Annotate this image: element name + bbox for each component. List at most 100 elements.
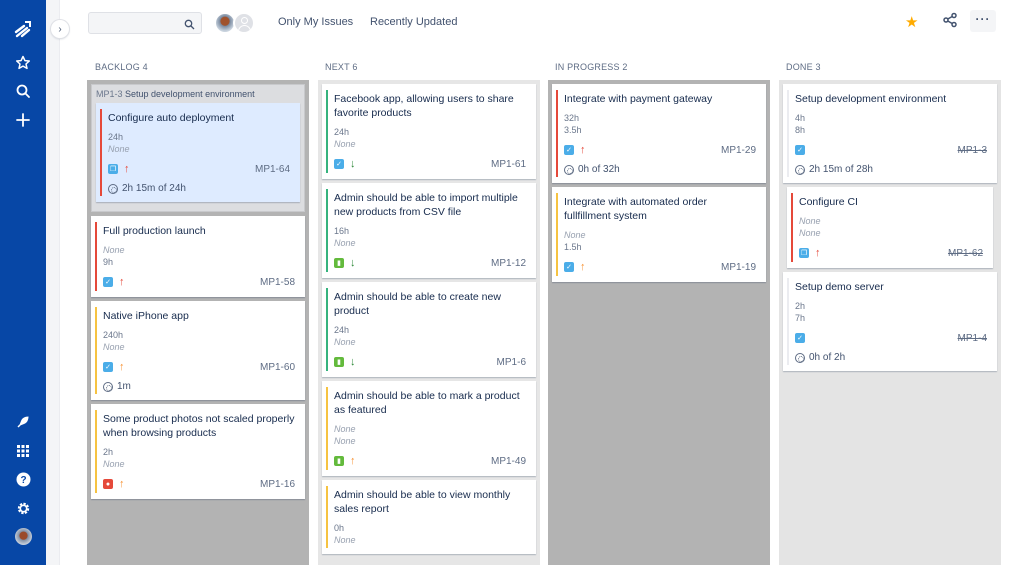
settings-icon[interactable]	[0, 496, 46, 520]
issue-summary: Integrate with payment gateway	[564, 93, 713, 105]
issue-card-footer: ▮ ↑ MP1-49	[334, 454, 526, 468]
time-tracking: 1m	[103, 381, 295, 392]
subtask-type-icon: ❐	[108, 164, 118, 174]
column-done: Setup development environment 4h 8h ✓ MP1-3 2…	[779, 80, 1001, 565]
epic-color-bar	[95, 222, 97, 291]
priority-high-icon: ↑	[350, 455, 356, 467]
issue-card[interactable]: Configure auto deployment 24h None ❐ ↑ MP1-64…	[96, 103, 300, 202]
issue-card[interactable]: Full production launch None 9h ✓ ↑ MP1-58	[91, 216, 305, 297]
parent-issue-summary: Setup development environment	[125, 89, 255, 99]
priority-high-icon: ↑	[119, 478, 125, 490]
column-header-backlog: BACKLOG 4	[95, 62, 148, 72]
search-icon	[184, 17, 195, 35]
story-type-icon: ▮	[334, 258, 344, 268]
epic-color-bar	[326, 486, 328, 548]
issue-card[interactable]: Admin should be able to view monthly sal…	[322, 480, 536, 554]
time-tracking-value: 0h of 2h	[809, 352, 846, 363]
share-icon[interactable]	[942, 12, 958, 33]
star-icon[interactable]	[0, 51, 46, 75]
issue-key[interactable]: MP1-19	[721, 262, 756, 273]
epic-color-bar	[326, 387, 328, 470]
unassigned-avatar[interactable]	[233, 12, 255, 34]
issue-card[interactable]: Integrate with payment gateway 32h 3.5h ✓ ↑ M…	[552, 84, 766, 183]
issue-card-footer: ▮ ↓ MP1-12	[334, 256, 526, 270]
issue-summary: Admin should be able to import multiple …	[334, 192, 518, 218]
column-header-next: NEXT 6	[325, 62, 358, 72]
issue-key[interactable]: MP1-6	[497, 357, 526, 368]
epic-color-bar	[326, 288, 328, 371]
epic-color-bar	[791, 193, 793, 262]
create-icon[interactable]	[0, 108, 46, 132]
issue-key[interactable]: MP1-16	[260, 479, 295, 490]
search-input[interactable]	[88, 12, 202, 34]
issue-key[interactable]: MP1-58	[260, 277, 295, 288]
epic-color-bar	[326, 189, 328, 272]
issue-estimate: 16h	[334, 226, 350, 236]
issue-key[interactable]: MP1-12	[491, 258, 526, 269]
issue-card[interactable]: Integrate with automated order fullfillm…	[552, 187, 766, 282]
help-icon[interactable]: ?	[0, 467, 46, 491]
issue-card[interactable]: Some product photos not scaled properly …	[91, 404, 305, 499]
priority-low-icon: ↓	[350, 158, 356, 170]
search-icon[interactable]	[0, 79, 46, 103]
issue-key[interactable]: MP1-64	[255, 164, 290, 175]
issue-key[interactable]: MP1-3	[958, 145, 987, 156]
column-header-done: DONE 3	[786, 62, 821, 72]
issue-card[interactable]: Admin should be able to create new produ…	[322, 282, 536, 377]
issue-estimate: None	[799, 216, 821, 226]
issue-summary: Admin should be able to create new produ…	[334, 291, 501, 317]
profile-avatar[interactable]	[0, 524, 46, 548]
issue-key[interactable]: MP1-60	[260, 362, 295, 373]
logo-icon[interactable]	[0, 17, 46, 41]
issue-estimate: None	[334, 424, 356, 434]
stopwatch-icon	[564, 164, 574, 175]
task-type-icon: ✓	[795, 145, 805, 155]
more-actions-button[interactable]: ···	[970, 10, 996, 32]
story-type-icon: ▮	[334, 456, 344, 466]
issue-remaining: 7h	[795, 313, 806, 323]
issue-remaining: None	[334, 535, 356, 545]
issue-key[interactable]: MP1-29	[721, 145, 756, 156]
issue-key[interactable]: MP1-49	[491, 456, 526, 467]
issue-remaining: 9h	[103, 257, 114, 267]
issue-key[interactable]: MP1-62	[948, 248, 983, 259]
star-icon[interactable]: ★	[905, 13, 918, 31]
epic-color-bar	[556, 90, 558, 177]
issue-card[interactable]: Setup development environment 4h 8h ✓ MP1-3 2…	[783, 84, 997, 183]
issue-summary: Configure auto deployment	[108, 112, 235, 124]
app-switcher-icon[interactable]	[0, 439, 46, 463]
issue-card-footer: ✓ ↑ MP1-29	[564, 143, 756, 157]
time-tracking: 2h 15m of 24h	[108, 183, 290, 194]
epic-color-bar	[100, 109, 102, 196]
filter-recently-updated[interactable]: Recently Updated	[370, 16, 457, 28]
issue-card[interactable]: Configure CI None None ❐ ↑ MP1-62	[787, 187, 993, 268]
issue-estimate: None	[103, 245, 125, 255]
issue-card-footer: ✓ ↑ MP1-19	[564, 260, 756, 274]
stopwatch-icon	[103, 381, 113, 392]
issue-card-footer: ✓ ↓ MP1-61	[334, 157, 526, 171]
filter-only-my-issues[interactable]: Only My Issues	[278, 16, 353, 28]
issue-card[interactable]: Admin should be able to import multiple …	[322, 183, 536, 278]
issue-remaining: 1.5h	[564, 242, 582, 252]
time-tracking: 0h of 32h	[564, 164, 756, 175]
issue-card[interactable]: Facebook app, allowing users to share fa…	[322, 84, 536, 179]
chevron-right-icon: ›	[58, 23, 62, 35]
task-type-icon: ✓	[564, 145, 574, 155]
issue-key[interactable]: MP1-4	[958, 333, 987, 344]
time-tracking-value: 0h of 32h	[578, 164, 620, 175]
issue-remaining: 8h	[795, 125, 806, 135]
issue-card[interactable]: Setup demo server 2h 7h ✓ MP1-4 0h of 2h	[783, 272, 997, 371]
rocket-icon[interactable]	[0, 410, 46, 434]
expand-sidebar-button[interactable]: ›	[51, 20, 69, 38]
issue-remaining: None	[334, 436, 356, 446]
issue-remaining: None	[334, 139, 356, 149]
parent-issue-title[interactable]: MP1-3 Setup development environment	[96, 89, 300, 99]
issue-card[interactable]: Admin should be able to mark a product a…	[322, 381, 536, 476]
time-tracking-value: 2h 15m of 28h	[809, 164, 873, 175]
task-type-icon: ✓	[334, 159, 344, 169]
task-type-icon: ✓	[103, 362, 113, 372]
issue-card[interactable]: Native iPhone app 240h None ✓ ↑ MP1-60 1m	[91, 301, 305, 400]
issue-key[interactable]: MP1-61	[491, 159, 526, 170]
issue-card-footer: ❐ ↑ MP1-64	[108, 162, 290, 176]
priority-high-icon: ↑	[580, 261, 586, 273]
